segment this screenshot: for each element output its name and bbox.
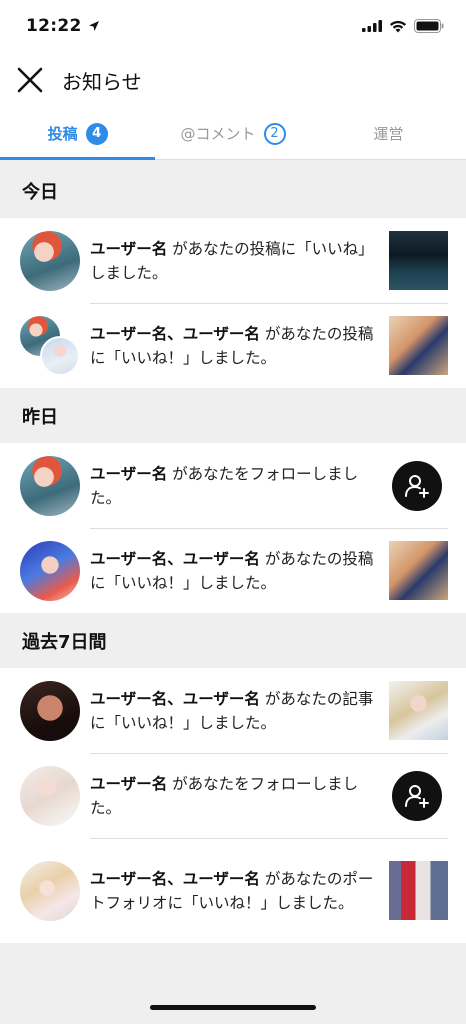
section-header: 今日 (0, 163, 466, 218)
tab-official[interactable]: 運営 (311, 108, 466, 159)
header: お知らせ (0, 52, 466, 108)
add-user-icon (405, 474, 429, 498)
avatar[interactable] (20, 455, 80, 516)
section-yesterday: ユーザー名 があなたをフォローしました。 ユーザー名、ユーザー名 があなたの投稿… (0, 443, 466, 613)
status-indicators (362, 19, 444, 33)
notification-item[interactable]: ユーザー名、ユーザー名 があなたの投稿に「いいね！」しました。 (0, 528, 466, 613)
tab-bar: 投稿 4 @コメント 2 運営 (0, 108, 466, 160)
section-header: 昨日 (0, 388, 466, 443)
user-name[interactable]: ユーザー名 (90, 775, 167, 793)
notification-text: ユーザー名 があなたをフォローしました。 (90, 772, 378, 820)
location-arrow-icon (88, 21, 99, 31)
user-name[interactable]: ユーザー名、ユーザー名 (90, 690, 260, 708)
tab-label: @コメント (180, 125, 256, 143)
section-today: ユーザー名 があなたの投稿に「いいね」しました。 ユーザー名、ユーザー名 があな… (0, 218, 466, 388)
count-badge: 2 (263, 122, 286, 145)
close-button[interactable] (0, 52, 60, 108)
notification-item[interactable]: ユーザー名 があなたをフォローしました。 (0, 443, 466, 528)
status-bar: 12:22 (0, 0, 466, 52)
avatar (40, 335, 80, 376)
notification-list: 今日 ユーザー名 があなたの投稿に「いいね」しました。 ユーザー名、ユーザー名 … (0, 163, 466, 943)
notification-text: ユーザー名 があなたをフォローしました。 (90, 462, 378, 510)
close-icon (17, 67, 43, 93)
avatar[interactable] (20, 765, 80, 826)
avatar[interactable] (20, 230, 80, 291)
section-past-week: ユーザー名、ユーザー名 があなたの記事に「いいね！」しました。 ユーザー名 があ… (0, 668, 466, 943)
battery-icon (414, 19, 444, 33)
add-user-icon (405, 784, 429, 808)
user-name[interactable]: ユーザー名、ユーザー名 (90, 325, 260, 343)
notification-text: ユーザー名、ユーザー名 があなたの投稿に「いいね！」しました。 (90, 322, 375, 370)
user-name[interactable]: ユーザー名、ユーザー名 (90, 550, 260, 568)
post-thumbnail[interactable] (389, 541, 448, 600)
notification-text: ユーザー名 があなたの投稿に「いいね」しました。 (90, 237, 375, 285)
user-name[interactable]: ユーザー名 (90, 240, 167, 258)
notification-text: ユーザー名、ユーザー名 があなたの記事に「いいね！」しました。 (90, 687, 375, 735)
count-badge: 4 (85, 122, 108, 145)
article-thumbnail[interactable] (389, 681, 448, 740)
notification-item[interactable]: ユーザー名 があなたをフォローしました。 (0, 753, 466, 838)
notification-item[interactable]: ユーザー名、ユーザー名 があなたのポートフォリオに「いいね！」しました。 (0, 838, 466, 943)
notification-text: ユーザー名、ユーザー名 があなたの投稿に「いいね！」しました。 (90, 547, 375, 595)
avatar[interactable] (20, 540, 80, 601)
post-thumbnail[interactable] (389, 316, 448, 375)
status-time: 12:22 (26, 16, 100, 36)
post-thumbnail[interactable] (389, 231, 448, 290)
user-name[interactable]: ユーザー名、ユーザー名 (90, 870, 260, 888)
avatar[interactable] (20, 860, 80, 921)
portfolio-thumbnail[interactable] (389, 861, 448, 920)
tab-label: 投稿 (47, 125, 78, 143)
wifi-icon (390, 20, 406, 32)
user-name[interactable]: ユーザー名 (90, 465, 167, 483)
notification-item[interactable]: ユーザー名、ユーザー名 があなたの記事に「いいね！」しました。 (0, 668, 466, 753)
tab-label: 運営 (373, 125, 404, 143)
follow-back-button[interactable] (392, 770, 442, 821)
page-title: お知らせ (62, 69, 142, 94)
notification-text: ユーザー名、ユーザー名 があなたのポートフォリオに「いいね！」しました。 (90, 867, 375, 915)
tab-comments[interactable]: @コメント 2 (155, 108, 310, 159)
home-indicator[interactable] (150, 1005, 316, 1010)
avatar[interactable] (20, 680, 80, 741)
signal-icon (362, 20, 382, 32)
avatar-stack[interactable] (20, 315, 80, 376)
section-header: 過去7日間 (0, 613, 466, 668)
notification-item[interactable]: ユーザー名、ユーザー名 があなたの投稿に「いいね！」しました。 (0, 303, 466, 388)
notification-item[interactable]: ユーザー名 があなたの投稿に「いいね」しました。 (0, 218, 466, 303)
follow-back-button[interactable] (392, 460, 442, 511)
tab-posts[interactable]: 投稿 4 (0, 108, 156, 160)
